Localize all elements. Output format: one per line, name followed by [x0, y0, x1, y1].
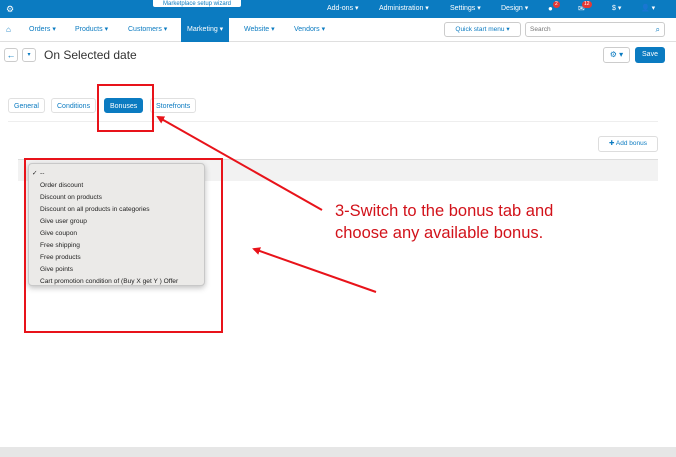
plus-icon: ✚	[609, 140, 615, 147]
main-nav: ⌂ Orders ▾ Products ▾ Customers ▾ Market…	[0, 18, 676, 42]
save-button[interactable]: Save	[635, 47, 665, 63]
page-header: ← ▾ On Selected date ⚙ ▾ Save	[0, 42, 676, 68]
menu-design[interactable]: Design ▾	[501, 4, 528, 12]
tab-storefronts[interactable]: Storefronts	[150, 98, 197, 113]
annotation-line-1: 3-Switch to the bonus tab and	[335, 202, 554, 220]
annotation-line-2: choose any available bonus.	[335, 224, 544, 242]
menu-administration[interactable]: Administration ▾	[379, 4, 429, 12]
back-button[interactable]: ←	[4, 48, 18, 62]
search-icon[interactable]: ⌕	[656, 25, 660, 35]
messages-badge: 12	[582, 1, 592, 8]
gear-icon[interactable]: ⚙	[6, 4, 14, 15]
quick-start-menu[interactable]: Quick start menu ▾	[444, 22, 521, 37]
setup-wizard-button[interactable]: Marketplace setup wizard	[152, 0, 242, 8]
arrow-left-icon: ←	[6, 50, 16, 60]
nav-marketing[interactable]: Marketing ▾	[181, 18, 230, 42]
back-menu-button[interactable]: ▾	[22, 48, 36, 62]
gear-icon: ⚙	[609, 50, 617, 59]
notifications-badge: 2	[553, 1, 560, 8]
settings-button[interactable]: ⚙ ▾	[603, 47, 630, 63]
annotation-box-bonuses-tab	[97, 84, 154, 132]
nav-customers[interactable]: Customers ▾	[128, 18, 167, 42]
tab-general[interactable]: General	[8, 98, 45, 113]
user-icon: 👤	[641, 5, 650, 12]
nav-vendors[interactable]: Vendors ▾	[294, 18, 325, 42]
menu-settings[interactable]: Settings ▾	[450, 4, 481, 12]
top-bar: ⚙ Marketplace setup wizard Add-ons ▾ Adm…	[0, 0, 676, 18]
nav-products[interactable]: Products ▾	[75, 18, 108, 42]
currency-menu[interactable]: $ ▾	[612, 4, 621, 12]
annotation-text: 3-Switch to the bonus tab and choose any…	[335, 200, 553, 244]
tab-conditions[interactable]: Conditions	[51, 98, 97, 113]
page-title: On Selected date	[44, 48, 137, 62]
nav-orders[interactable]: Orders ▾	[29, 18, 56, 42]
user-menu[interactable]: 👤 ▾	[641, 4, 655, 12]
bottom-bar	[0, 447, 676, 457]
chevron-down-icon: ▾	[27, 52, 31, 58]
home-icon[interactable]: ⌂	[6, 18, 11, 42]
search-input[interactable]	[526, 23, 644, 36]
nav-website[interactable]: Website ▾	[244, 18, 275, 42]
search-box[interactable]: ⌕	[525, 22, 665, 37]
add-bonus-button[interactable]: ✚ Add bonus	[598, 136, 658, 152]
annotation-box-dropdown	[24, 158, 223, 333]
menu-addons[interactable]: Add-ons ▾	[327, 4, 359, 12]
